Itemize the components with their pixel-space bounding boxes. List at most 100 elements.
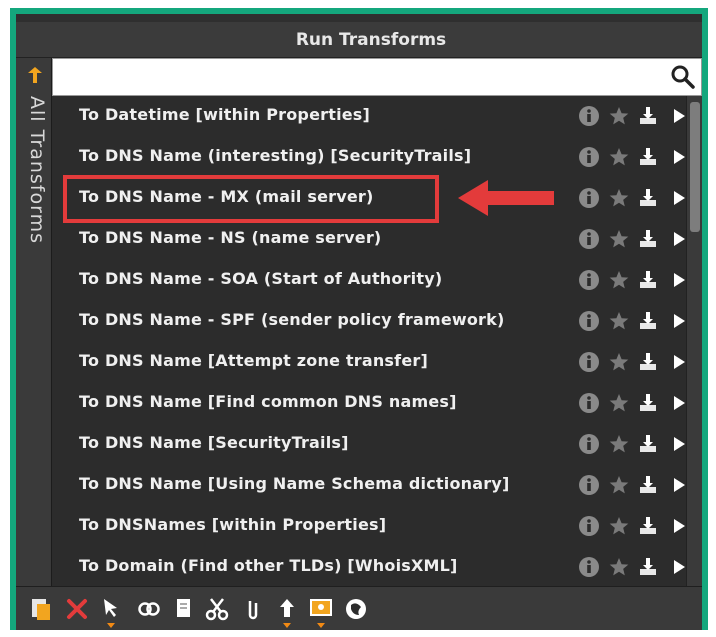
dropdown-indicator-icon[interactable] [317, 623, 325, 628]
dropdown-indicator-icon[interactable] [283, 623, 291, 628]
info-icon[interactable] [578, 556, 600, 578]
select-icon[interactable] [98, 595, 124, 628]
annotation-arrow-icon [458, 180, 554, 216]
download-icon[interactable] [637, 105, 659, 127]
transform-label[interactable]: To DNS Name [Attempt zone transfer] [79, 351, 428, 370]
download-icon[interactable] [637, 351, 659, 373]
star-icon[interactable] [608, 392, 630, 414]
play-icon[interactable] [668, 146, 686, 168]
star-icon[interactable] [608, 515, 630, 537]
play-icon[interactable] [668, 474, 686, 496]
play-icon[interactable] [668, 228, 686, 250]
play-icon[interactable] [668, 515, 686, 537]
row-actions [578, 474, 686, 498]
transform-row[interactable]: To DNS Name - NS (name server) [52, 219, 686, 260]
transform-label[interactable]: To DNS Name - NS (name server) [79, 228, 381, 247]
dropdown-indicator-icon[interactable] [107, 623, 115, 628]
transform-label[interactable]: To DNS Name - SPF (sender policy framewo… [79, 310, 505, 329]
download-icon[interactable] [637, 187, 659, 209]
transform-row[interactable]: To DNS Name [SecurityTrails] [52, 424, 686, 465]
download-icon[interactable] [637, 433, 659, 455]
transform-row[interactable]: To DNSNames [within Properties] [52, 506, 686, 547]
transform-row[interactable]: To Datetime [within Properties] [52, 96, 686, 137]
star-icon[interactable] [608, 351, 630, 373]
play-icon[interactable] [668, 310, 686, 332]
screen-icon[interactable] [308, 595, 334, 628]
play-icon[interactable] [668, 556, 686, 578]
transform-row[interactable]: To DNS Name - SOA (Start of Authority) [52, 260, 686, 301]
search-input[interactable] [59, 63, 669, 91]
info-icon[interactable] [578, 351, 600, 373]
download-icon[interactable] [637, 556, 659, 578]
star-icon[interactable] [608, 474, 630, 496]
play-icon[interactable] [668, 433, 686, 455]
star-icon[interactable] [608, 187, 630, 209]
link-icon[interactable] [136, 595, 162, 623]
bottom-toolbar [16, 586, 702, 630]
transform-row[interactable]: To Domain (Find other TLDs) [WhoisXML] [52, 547, 686, 586]
transform-label[interactable]: To DNS Name [SecurityTrails] [79, 433, 349, 452]
star-icon[interactable] [608, 556, 630, 578]
star-icon[interactable] [608, 228, 630, 250]
transform-list: To Datetime [within Properties] To DNS Na… [52, 96, 686, 586]
info-icon[interactable] [578, 187, 600, 209]
star-icon[interactable] [608, 433, 630, 455]
info-icon[interactable] [578, 228, 600, 250]
star-icon[interactable] [608, 310, 630, 332]
play-icon[interactable] [668, 392, 686, 414]
row-actions [578, 351, 686, 375]
transform-label[interactable]: To DNS Name [Using Name Schema dictionar… [79, 474, 509, 493]
info-icon[interactable] [578, 269, 600, 291]
download-icon[interactable] [637, 310, 659, 332]
download-icon[interactable] [637, 392, 659, 414]
info-icon[interactable] [578, 474, 600, 496]
download-icon[interactable] [637, 269, 659, 291]
scrollbar-thumb[interactable] [690, 102, 700, 232]
all-transforms-label[interactable]: All Transforms [20, 96, 48, 356]
star-icon[interactable] [608, 105, 630, 127]
row-actions [578, 228, 686, 252]
transform-category-sidebar[interactable]: All Transforms [16, 58, 52, 586]
transform-row[interactable]: To DNS Name (interesting) [SecurityTrail… [52, 137, 686, 178]
star-icon[interactable] [608, 269, 630, 291]
download-icon[interactable] [637, 515, 659, 537]
info-icon[interactable] [578, 392, 600, 414]
info-icon[interactable] [578, 310, 600, 332]
info-icon[interactable] [578, 105, 600, 127]
info-icon[interactable] [578, 146, 600, 168]
paste-icon[interactable] [28, 595, 54, 623]
cut-icon[interactable] [204, 595, 230, 623]
star-icon[interactable] [608, 146, 630, 168]
row-actions [578, 556, 686, 580]
copy-icon[interactable] [171, 595, 197, 623]
search-icon[interactable] [669, 63, 697, 91]
globe-icon[interactable] [343, 595, 369, 623]
transform-row[interactable]: To DNS Name - SPF (sender policy framewo… [52, 301, 686, 342]
info-icon[interactable] [578, 515, 600, 537]
transform-label[interactable]: To Domain (Find other TLDs) [WhoisXML] [79, 556, 458, 575]
delete-icon[interactable] [64, 595, 90, 623]
transform-row[interactable]: To DNS Name [Find common DNS names] [52, 383, 686, 424]
transform-label[interactable]: To DNS Name [Find common DNS names] [79, 392, 457, 411]
play-icon[interactable] [668, 351, 686, 373]
download-icon[interactable] [637, 146, 659, 168]
transform-label[interactable]: To DNSNames [within Properties] [79, 515, 386, 534]
transform-label[interactable]: To DNS Name - SOA (Start of Authority) [79, 269, 442, 288]
attach-icon[interactable] [240, 595, 266, 623]
window-titlebar: Run Transforms [16, 22, 702, 58]
play-icon[interactable] [668, 187, 686, 209]
transform-label[interactable]: To DNS Name (interesting) [SecurityTrail… [79, 146, 471, 165]
upload-icon[interactable] [274, 595, 300, 628]
play-icon[interactable] [668, 269, 686, 291]
search-box[interactable] [52, 58, 702, 96]
transform-row[interactable]: To DNS Name [Using Name Schema dictionar… [52, 465, 686, 506]
list-scrollbar[interactable] [686, 96, 702, 586]
download-icon[interactable] [637, 228, 659, 250]
transform-label[interactable]: To Datetime [within Properties] [79, 105, 370, 124]
play-icon[interactable] [668, 105, 686, 127]
info-icon[interactable] [578, 433, 600, 455]
transform-row[interactable]: To DNS Name [Attempt zone transfer] [52, 342, 686, 383]
back-arrow-icon[interactable] [24, 64, 46, 86]
download-icon[interactable] [637, 474, 659, 496]
row-actions [578, 515, 686, 539]
